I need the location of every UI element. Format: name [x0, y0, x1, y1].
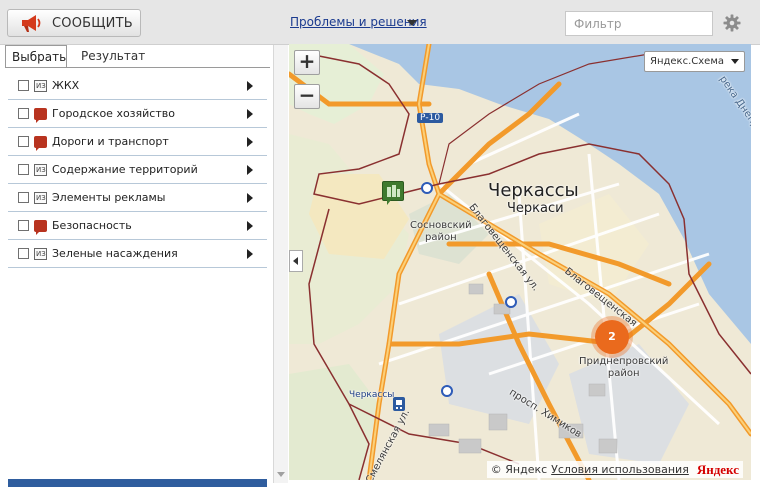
tab-divider — [5, 67, 270, 68]
list-item[interactable]: Дороги и транспорт — [8, 128, 267, 156]
gear-icon[interactable] — [723, 14, 741, 32]
category-label: Городское хозяйство — [52, 107, 175, 120]
list-item[interactable]: ИЗ Содержание территорий — [8, 156, 267, 184]
zoom-in-button[interactable]: + — [294, 50, 320, 75]
chevron-right-icon[interactable] — [247, 193, 253, 203]
category-checkbox[interactable] — [18, 108, 29, 119]
top-toolbar: СООБЩИТЬ Проблемы и решения — [0, 0, 760, 45]
zoom-out-button[interactable]: − — [294, 84, 320, 109]
chevron-right-icon[interactable] — [247, 249, 253, 259]
chevron-right-icon[interactable] — [247, 165, 253, 175]
transit-stop-icon[interactable] — [421, 182, 433, 194]
category-list: ИЗ ЖКХ Городское хозяйство Дороги и тран… — [8, 72, 267, 268]
tab-result[interactable]: Результат — [75, 45, 151, 67]
speech-bubble-icon — [34, 219, 47, 235]
green-spaces-marker[interactable] — [382, 181, 404, 205]
chevron-right-icon[interactable] — [247, 81, 253, 91]
doc-icon: ИЗ — [34, 247, 47, 260]
terms-of-use-link[interactable]: Условия использования — [551, 463, 689, 476]
category-label: Содержание территорий — [52, 163, 198, 176]
train-station-icon[interactable] — [393, 397, 405, 411]
yandex-logo[interactable]: Яндекс — [697, 462, 739, 478]
district-label-sosnovsky: Сосновский район — [410, 220, 472, 243]
city-sublabel: Черкаси — [507, 201, 564, 216]
category-checkbox[interactable] — [18, 248, 29, 259]
chevron-right-icon[interactable] — [247, 109, 253, 119]
report-button[interactable]: СООБЩИТЬ — [7, 9, 141, 37]
station-label: Черкассы — [349, 390, 395, 400]
road-badge: Р-10 — [417, 113, 444, 123]
megaphone-icon — [22, 15, 41, 32]
category-label: Элементы рекламы — [52, 191, 166, 204]
filter-input[interactable] — [565, 11, 713, 36]
chevron-right-icon[interactable] — [247, 137, 253, 147]
list-item[interactable]: Городское хозяйство — [8, 100, 267, 128]
speech-bubble-icon — [34, 107, 47, 123]
map-type-selector[interactable]: Яндекс.Схема — [644, 51, 745, 72]
list-item[interactable]: ИЗ Элементы рекламы — [8, 184, 267, 212]
doc-icon: ИЗ — [34, 163, 47, 176]
list-item[interactable]: ИЗ Зеленые насаждения — [8, 240, 267, 268]
category-checkbox[interactable] — [18, 80, 29, 91]
category-label: Дороги и транспорт — [52, 135, 169, 148]
doc-icon: ИЗ — [34, 191, 47, 204]
category-checkbox[interactable] — [18, 220, 29, 231]
category-checkbox[interactable] — [18, 164, 29, 175]
city-label: Черкассы — [488, 180, 579, 201]
tab-select[interactable]: Выбрать — [5, 45, 67, 67]
panel-bottom-bar — [8, 479, 267, 487]
building-icon — [387, 185, 400, 197]
list-item[interactable]: Безопасность — [8, 212, 267, 240]
district-label-pridneprovsky: Приднепровский район — [579, 356, 669, 379]
scroll-down-arrow-icon[interactable] — [277, 472, 285, 477]
category-checkbox[interactable] — [18, 192, 29, 203]
transit-stop-icon[interactable] — [441, 385, 453, 397]
doc-icon: ИЗ — [34, 79, 47, 92]
cluster-marker[interactable]: 2 — [595, 320, 629, 354]
category-checkbox[interactable] — [18, 136, 29, 147]
map-copyright: © Яндекс Условия использования Яндекс — [486, 461, 743, 478]
map-view[interactable]: + − Яндекс.Схема река Днепр Р-10 Черкасс… — [289, 44, 751, 480]
category-label: ЖКХ — [52, 79, 80, 92]
copyright-text: © Яндекс — [490, 463, 548, 476]
speech-bubble-icon — [34, 135, 47, 151]
report-button-label: СООБЩИТЬ — [52, 15, 133, 31]
list-item[interactable]: ИЗ ЖКХ — [8, 72, 267, 100]
transit-stop-icon[interactable] — [505, 296, 517, 308]
category-label: Зеленые насаждения — [52, 247, 178, 260]
collapse-panel-button[interactable] — [289, 250, 303, 272]
category-label: Безопасность — [52, 219, 132, 232]
chevron-right-icon[interactable] — [247, 221, 253, 231]
panel-scrollbar[interactable] — [273, 45, 288, 483]
chevron-down-icon[interactable] — [407, 20, 417, 26]
